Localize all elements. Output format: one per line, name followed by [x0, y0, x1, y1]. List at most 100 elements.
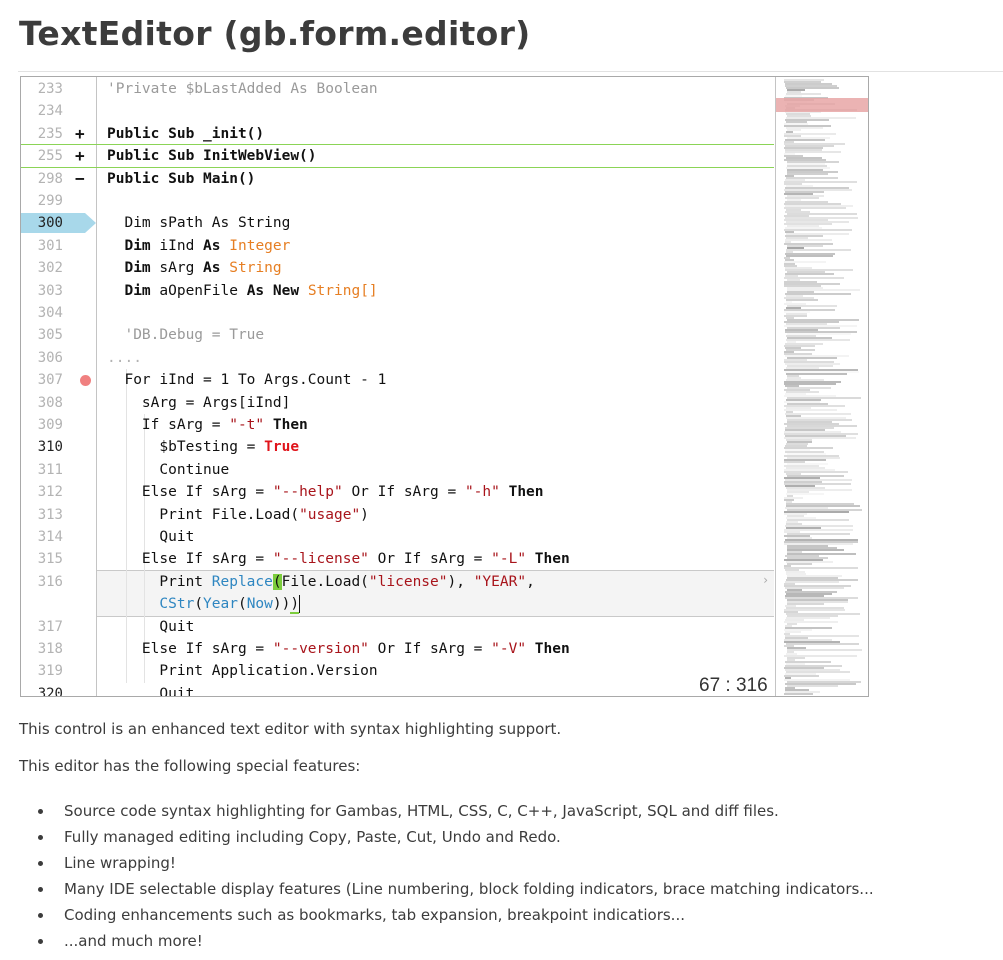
code-token: String[] — [307, 282, 378, 299]
code-line[interactable]: Else If sArg = "--help" Or If sArg = "-h… — [107, 481, 773, 503]
line-number[interactable]: 319 — [21, 660, 96, 682]
line-number[interactable]: 302 — [21, 257, 96, 279]
bullet-icon — [38, 887, 43, 892]
code-token: Or If sArg = — [368, 641, 492, 657]
code-line[interactable]: .... — [107, 347, 773, 369]
code-line[interactable]: Dim sArg As String — [107, 257, 773, 279]
code-token: Dim — [107, 237, 151, 254]
code-token: Then — [499, 484, 544, 501]
code-token: "-t" — [229, 417, 265, 433]
code-line[interactable]: Public Sub _init() — [107, 123, 773, 145]
fold-collapse-icon[interactable]: − — [75, 168, 85, 190]
fold-expand-icon[interactable]: + — [75, 123, 85, 145]
line-number[interactable]: 305 — [21, 324, 96, 346]
code-line[interactable]: sArg = Args[iInd] — [107, 392, 773, 414]
line-number[interactable]: 310 — [21, 436, 96, 458]
code-line[interactable]: Print Replace(File.Load("license"), "YEA… — [107, 571, 773, 593]
code-token: aOpenFile — [150, 282, 247, 299]
code-line[interactable]: Dim iInd As Integer — [107, 235, 773, 257]
line-number-text: 301 — [37, 237, 63, 254]
line-number[interactable]: 317 — [21, 616, 96, 638]
line-number[interactable]: 235 + — [21, 123, 96, 145]
line-number-gutter[interactable]: 233 234 235 +255 +298−299 300 301 302 303 304 305 3… — [21, 77, 97, 696]
code-token: Public Sub _init() — [107, 125, 265, 142]
code-line[interactable]: Print Application.Version — [107, 660, 773, 682]
fold-expand-icon[interactable]: + — [75, 145, 85, 167]
code-area[interactable]: 'Private $bLastAdded As Boolean Public Su… — [97, 77, 773, 696]
text-editor[interactable]: 233 234 235 +255 +298−299 300 301 302 303 304 305 3… — [20, 76, 869, 697]
minimap-viewport[interactable] — [776, 98, 868, 112]
line-number[interactable]: 233 — [21, 78, 96, 100]
procedure-separator — [21, 166, 774, 168]
code-line[interactable]: 'DB.Debug = True — [107, 324, 773, 346]
code-line[interactable] — [107, 100, 773, 122]
code-line[interactable] — [107, 190, 773, 212]
code-token: 'Private $bLastAdded As Boolean — [107, 81, 378, 97]
code-token: Public Sub InitWebView() — [107, 148, 317, 165]
code-token: "-V" — [491, 641, 527, 657]
code-token: As — [203, 260, 221, 277]
code-line[interactable]: Public Sub Main() — [107, 168, 773, 190]
line-number-text: 316 — [37, 573, 63, 590]
cursor-position-readout: 67 : 316 — [699, 675, 768, 696]
code-line[interactable]: Quit — [107, 526, 773, 548]
code-line[interactable]: Dim sPath As String — [107, 212, 773, 234]
minimap-line — [785, 239, 832, 241]
code-line[interactable]: Quit — [107, 616, 773, 638]
text-cursor — [299, 595, 301, 614]
line-number[interactable]: 318 — [21, 638, 96, 660]
line-number[interactable]: 309 — [21, 414, 96, 436]
line-number[interactable]: 298− — [21, 168, 96, 190]
line-number[interactable]: 255 + — [21, 145, 96, 167]
line-number[interactable]: 307 — [21, 369, 96, 391]
line-number[interactable]: 303 — [21, 280, 96, 302]
code-line[interactable] — [107, 302, 773, 324]
code-line[interactable]: Continue — [107, 459, 773, 481]
line-number-text: 312 — [37, 484, 63, 501]
code-line[interactable]: Public Sub InitWebView() — [107, 145, 773, 167]
line-number[interactable]: 234 — [21, 100, 96, 122]
line-number[interactable]: 316 — [21, 571, 96, 593]
bullet-icon — [38, 861, 43, 866]
minimap-line — [787, 649, 862, 651]
code-token: ( — [237, 596, 247, 613]
line-number[interactable]: 312 — [21, 481, 96, 503]
code-token: File.Load( — [281, 573, 369, 590]
line-number[interactable]: 300 — [21, 212, 96, 234]
code-line[interactable]: Print File.Load("usage") — [107, 504, 773, 526]
line-number[interactable]: 301 — [21, 235, 96, 257]
line-number[interactable]: 308 — [21, 392, 96, 414]
line-number[interactable]: 315 — [21, 548, 96, 570]
code-line[interactable]: If sArg = "-t" Then — [107, 414, 773, 436]
code-token: , — [526, 573, 535, 590]
code-token: "--version" — [272, 641, 369, 657]
title-divider — [18, 71, 1003, 72]
code-line[interactable]: Else If sArg = "--license" Or If sArg = … — [107, 548, 773, 570]
code-line[interactable]: $bTesting = True — [107, 436, 773, 458]
feature-text: Line wrapping! — [64, 854, 176, 872]
line-number[interactable]: 314 — [21, 526, 96, 548]
line-number[interactable]: 311 — [21, 459, 96, 481]
minimap-overview[interactable] — [775, 77, 868, 696]
features-heading: This editor has the following special fe… — [19, 757, 361, 775]
code-line[interactable]: CStr(Year(Now))) — [107, 593, 773, 615]
line-number[interactable]: 299 — [21, 190, 96, 212]
breakpoint-icon[interactable] — [80, 375, 91, 387]
line-number[interactable]: 320 — [21, 683, 96, 696]
code-token: ( — [194, 596, 204, 613]
line-number[interactable]: 304 — [21, 302, 96, 324]
code-line[interactable]: Dim aOpenFile As New String[] — [107, 280, 773, 302]
code-token: "YEAR" — [473, 573, 527, 590]
line-number[interactable]: 306 — [21, 347, 96, 369]
code-token: "--license" — [272, 551, 369, 568]
code-line[interactable]: 'Private $bLastAdded As Boolean — [107, 78, 773, 100]
line-number[interactable]: 313 — [21, 504, 96, 526]
code-line[interactable]: Else If sArg = "--version" Or If sArg = … — [107, 638, 773, 660]
line-number[interactable] — [21, 593, 96, 615]
code-line[interactable]: For iInd = 1 To Args.Count - 1 — [107, 369, 773, 391]
bullet-icon — [38, 913, 43, 918]
line-number-text: 235 — [37, 125, 63, 142]
code-token: ), — [447, 573, 474, 590]
code-line[interactable]: Quit — [107, 683, 773, 696]
